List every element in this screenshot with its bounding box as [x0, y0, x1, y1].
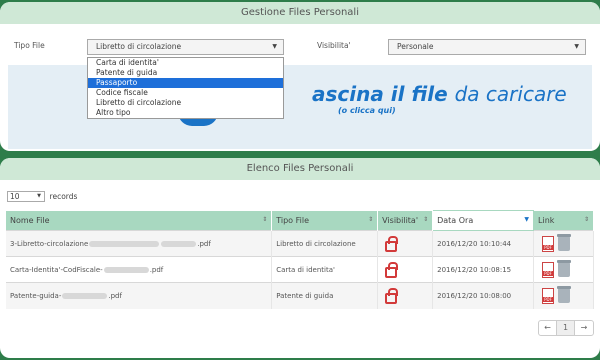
tipo-file-value: Libretto di circolazione — [96, 42, 182, 51]
dropdown-option[interactable]: Libretto di circolazione — [88, 98, 283, 108]
cell-file-name: Carta-Identita'-CodFiscale- .pdf — [6, 256, 273, 283]
pdf-icon[interactable]: PDF — [542, 261, 555, 278]
cell-file-type: Patente di guida — [271, 282, 379, 309]
drop-zone-subtext: (o clicca qui) — [338, 106, 396, 115]
sort-icon: ⇕ — [583, 215, 589, 223]
cell-link: PDF — [533, 230, 594, 257]
table-row: Carta-Identita'-CodFiscale- .pdf Carta di… — [6, 256, 594, 283]
trash-icon[interactable] — [557, 260, 572, 277]
redacted-text — [103, 266, 149, 273]
lock-icon[interactable] — [385, 262, 399, 278]
redacted-text — [89, 240, 160, 247]
prev-page-button[interactable]: ← — [539, 321, 557, 335]
table-row: Patente-guida- .pdf Patente di guida 2016… — [6, 282, 594, 309]
records-select[interactable]: 10 ▼ — [7, 191, 45, 202]
sort-icon: ⇕ — [262, 215, 268, 223]
cell-file-name: Patente-guida- .pdf — [6, 282, 273, 309]
pdf-icon[interactable]: PDF — [542, 287, 555, 304]
cell-file-type: Libretto di circolazione — [271, 230, 379, 257]
chevron-down-icon: ▼ — [37, 193, 41, 199]
cell-datetime: 2016/12/20 10:08:00 — [432, 282, 535, 309]
lock-icon[interactable] — [385, 288, 399, 305]
sort-icon: ⇕ — [368, 215, 374, 223]
records-per-page: 10 ▼ records — [7, 191, 77, 202]
dropdown-option-selected[interactable]: Passaporto — [88, 78, 283, 88]
column-header-tipo-file[interactable]: Tipo File ⇕ — [271, 210, 379, 231]
visibilita-select[interactable]: Personale ▼ — [388, 39, 586, 55]
table-row: 3-Libretto-circolazione .pdf Libretto di … — [6, 230, 594, 257]
dropdown-option[interactable]: Codice fiscale — [88, 88, 283, 98]
next-page-button[interactable]: → — [575, 321, 593, 335]
redacted-text — [161, 240, 197, 247]
chevron-down-icon: ▼ — [574, 43, 579, 50]
visibilita-value: Personale — [397, 42, 434, 51]
redacted-text — [62, 292, 108, 299]
column-header-nome-file[interactable]: Nome File ⇕ — [6, 210, 273, 231]
dropdown-option[interactable]: Patente di guida — [88, 68, 283, 78]
trash-icon[interactable] — [557, 286, 572, 304]
sort-desc-icon: ▼ — [524, 216, 530, 223]
trash-icon[interactable] — [557, 234, 572, 251]
cell-visibility — [377, 230, 434, 257]
column-header-link[interactable]: Link ⇕ — [533, 210, 594, 231]
column-header-data-ora[interactable]: Data Ora ▼ — [432, 210, 535, 231]
pagination: ← 1 → — [538, 320, 594, 336]
tipo-file-label: Tipo File — [14, 41, 45, 50]
cell-link: PDF — [533, 256, 594, 283]
column-header-visibilita[interactable]: Visibilita' ⇕ — [377, 210, 434, 231]
cell-file-name: 3-Libretto-circolazione .pdf — [6, 230, 273, 257]
drop-zone-text: ascina il file da caricare — [312, 82, 567, 106]
tipo-file-dropdown-list: Carta di identita' Patente di guida Pass… — [87, 57, 284, 119]
lock-icon[interactable] — [385, 236, 399, 252]
chevron-down-icon: ▼ — [272, 43, 277, 50]
panel-title: Gestione Files Personali — [0, 2, 600, 24]
visibilita-label: Visibilita' — [317, 41, 351, 50]
dropdown-option[interactable]: Altro tipo — [88, 108, 283, 118]
cell-file-type: Carta di identita' — [271, 256, 379, 283]
cell-visibility — [377, 256, 434, 283]
page-number-button[interactable]: 1 — [557, 321, 575, 335]
cell-datetime: 2016/12/20 10:08:15 — [432, 256, 535, 283]
dropdown-option[interactable]: Carta di identita' — [88, 58, 283, 68]
tipo-file-select[interactable]: Libretto di circolazione ▼ — [87, 39, 284, 55]
cell-visibility — [377, 282, 434, 309]
records-label: records — [49, 192, 78, 201]
panel-title: Elenco Files Personali — [0, 158, 600, 180]
sort-icon: ⇕ — [423, 215, 429, 223]
cell-datetime: 2016/12/20 10:10:44 — [432, 230, 535, 257]
pdf-icon[interactable]: PDF — [542, 235, 555, 252]
cell-link: PDF — [533, 282, 594, 309]
files-table: Nome File ⇕ Tipo File ⇕ Visibilita' ⇕ Data … — [6, 210, 594, 309]
